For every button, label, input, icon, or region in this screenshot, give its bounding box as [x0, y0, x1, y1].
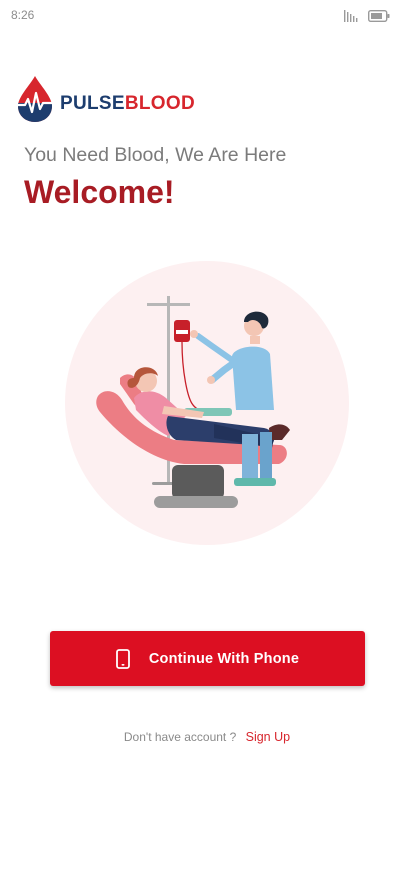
signal-icon — [344, 10, 358, 22]
sign-up-link[interactable]: Sign Up — [246, 730, 290, 744]
logo-text-pulse: PULSE — [60, 92, 125, 114]
continue-with-phone-label: Continue With Phone — [148, 650, 300, 667]
status-time: 8:26 — [11, 8, 35, 22]
logo-wordmark: PULSEBLOOD — [60, 93, 195, 115]
battery-icon — [368, 10, 390, 22]
signup-prompt: Don't have account ? — [123, 730, 237, 744]
status-bar: 8:26 — [0, 0, 414, 30]
login-screen: 8:26 PULSEBLOOD You Need Blood, We Are H… — [0, 0, 414, 896]
app-logo: PULSEBLOOD — [16, 74, 195, 124]
tagline: You Need Blood, We Are Here — [24, 144, 287, 166]
signup-row: Don't have account ? Sign Up — [0, 730, 414, 744]
blood-drop-pulse-icon — [16, 76, 54, 122]
logo-text-blood: BLOOD — [124, 92, 195, 114]
blood-donation-illustration — [65, 261, 349, 545]
smartphone-icon — [115, 648, 130, 669]
welcome-heading: Welcome! — [24, 174, 175, 210]
continue-with-phone-button[interactable]: Continue With Phone — [50, 631, 365, 686]
